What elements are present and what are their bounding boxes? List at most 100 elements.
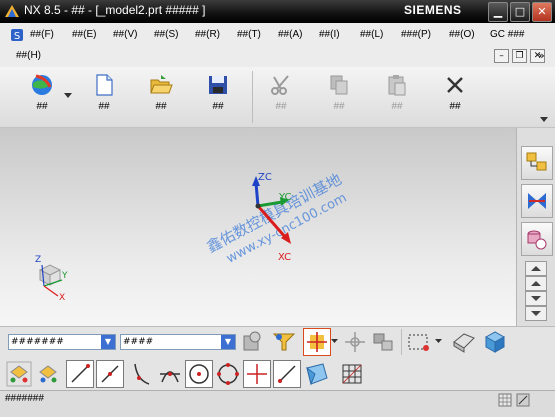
brand-label: SIEMENS	[404, 3, 462, 17]
status-bar: #######	[0, 390, 555, 417]
select-feature-icon[interactable]	[5, 360, 33, 388]
toolbar-start-label: ##	[36, 101, 48, 112]
crosshair-point-icon	[247, 364, 267, 384]
menu-gc-toolkit[interactable]: GC ###	[490, 29, 524, 40]
start-globe-icon	[32, 74, 52, 95]
status-message: #######	[5, 393, 44, 404]
menu-view[interactable]: ##(V)	[113, 29, 137, 40]
toolbar-delete-button[interactable]: ##	[433, 71, 477, 121]
type-filter-dropdown[interactable]: ####### ▼	[8, 334, 116, 350]
menu-file[interactable]: ##(F)	[30, 29, 54, 40]
menu-help[interactable]: ##(H)	[16, 50, 41, 61]
toolbar-delete-label: ##	[449, 101, 461, 112]
resource-scroll-down-button[interactable]	[525, 291, 547, 306]
menu-window[interactable]: ##(O)	[449, 29, 475, 40]
toolbar-start-button[interactable]: ##	[20, 71, 64, 121]
resource-scroll-up-button[interactable]	[525, 261, 547, 276]
point-snap-toggle-button[interactable]	[303, 328, 331, 356]
menu-format[interactable]: ##(R)	[195, 29, 220, 40]
triad-z-label: Z	[35, 255, 41, 265]
grid-status-icon[interactable]	[498, 393, 512, 407]
menu-assemblies[interactable]: ##(A)	[278, 29, 302, 40]
toolbar-open-button[interactable]: ##	[139, 71, 183, 121]
toolbar-copy-label: ##	[333, 101, 345, 112]
selection-scope-dropdown[interactable]: #### ▼	[120, 334, 236, 350]
resource-scroll-up-button-2[interactable]	[525, 276, 547, 291]
point-on-line-button[interactable]	[96, 360, 124, 388]
rectangle-select-icon[interactable]	[405, 328, 433, 356]
toolbar-separator	[252, 71, 253, 123]
view-orientation-cube-icon[interactable]	[481, 328, 509, 356]
resource-scroll-down-button-2[interactable]	[525, 306, 547, 321]
svg-text:S: S	[14, 31, 20, 42]
type-filter-value: #######	[11, 337, 64, 347]
toolbar-cut-label: ##	[275, 101, 287, 112]
menu-tools[interactable]: ##(T)	[237, 29, 261, 40]
maximize-button[interactable]: □	[510, 2, 530, 22]
snap-dropdown-icon[interactable]	[331, 339, 338, 344]
window-title: NX 8.5 - ## - [_model2.prt ##### ]	[24, 3, 206, 17]
chevron-down-icon: ▼	[221, 335, 235, 349]
triad-x-label: X	[59, 293, 65, 303]
end-point-icon	[278, 365, 296, 383]
xc-label: XC	[278, 252, 291, 263]
arc-center-icon	[189, 364, 209, 384]
nx-logo-icon	[5, 5, 19, 17]
view-triad: Z Y X	[35, 255, 68, 303]
point-on-line-icon	[101, 365, 119, 383]
workplane-status-icon[interactable]	[516, 393, 530, 407]
title-bar: NX 8.5 - ## - [_model2.prt ##### ] SIEME…	[0, 0, 555, 23]
select-body-icon[interactable]	[34, 360, 62, 388]
zc-axis-line	[254, 182, 260, 207]
toolbar-new-button[interactable]: ##	[82, 71, 126, 121]
general-selection-filter-icon[interactable]	[238, 328, 266, 356]
toolbar-overflow-button[interactable]: »	[538, 49, 545, 62]
copy-icon	[330, 75, 348, 95]
menu-analysis[interactable]: ##(L)	[360, 29, 383, 40]
line-tool-button[interactable]	[66, 360, 94, 388]
existing-point-button[interactable]	[243, 360, 271, 388]
face-point-icon[interactable]	[303, 360, 331, 388]
toolbar-save-label: ##	[212, 101, 224, 112]
shaded-view-icon[interactable]	[450, 328, 478, 356]
assembly-navigator-tab[interactable]	[521, 146, 553, 180]
arc-center-button[interactable]	[185, 360, 213, 388]
selection-scope-value: ####	[123, 337, 154, 347]
menu-edit[interactable]: ##(E)	[72, 29, 96, 40]
toolbar-paste-button[interactable]: ##	[375, 71, 419, 121]
start-dropdown-icon[interactable]	[64, 93, 72, 99]
triad-y-label: Y	[61, 271, 68, 281]
save-disk-icon	[209, 76, 227, 94]
zc-label: ZC	[258, 172, 272, 183]
grid-icon[interactable]	[338, 360, 366, 388]
new-file-icon	[96, 74, 113, 96]
toolbar-copy-button[interactable]: ##	[317, 71, 361, 121]
mdi-restore-button[interactable]: ❐	[512, 49, 527, 63]
end-point-button[interactable]	[273, 360, 301, 388]
mdi-minimize-button[interactable]: –	[494, 49, 509, 63]
menu-insert[interactable]: ##(S)	[154, 29, 178, 40]
constraint-navigator-tab[interactable]	[521, 184, 553, 218]
toolbar-options-icon[interactable]	[540, 117, 548, 123]
menu-information[interactable]: ##(I)	[319, 29, 340, 40]
select-dropdown-icon[interactable]	[435, 339, 442, 344]
standard-toolbar: ## ## ## ## ## ## ## ## »	[0, 49, 555, 128]
app-menu-icon[interactable]: S	[10, 28, 24, 42]
part-navigator-tab[interactable]	[521, 222, 553, 256]
scroll-down-icon	[531, 311, 541, 316]
minimize-button[interactable]: ▁	[488, 2, 508, 22]
assembly-selection-icon[interactable]	[369, 328, 397, 356]
line-icon	[71, 364, 90, 383]
graphics-window[interactable]: 鑫佑数控模具培训基地 www.xy-cnc100.com ZC YC XC Z …	[0, 128, 516, 326]
point-crosshair-icon	[307, 332, 327, 352]
toolbar-save-button[interactable]: ##	[196, 71, 240, 121]
scroll-down-icon	[531, 296, 541, 301]
toolbar-cut-button[interactable]: ##	[259, 71, 303, 121]
close-button[interactable]: ✕	[532, 2, 552, 22]
menu-preferences[interactable]: ###(P)	[401, 29, 431, 40]
snap-point-filter-icon[interactable]	[270, 328, 298, 356]
intersection-point-icon[interactable]	[156, 360, 184, 388]
quadrant-point-icon[interactable]	[214, 360, 242, 388]
point-on-curve-icon[interactable]	[341, 328, 369, 356]
arc-tangent-icon[interactable]	[127, 360, 155, 388]
